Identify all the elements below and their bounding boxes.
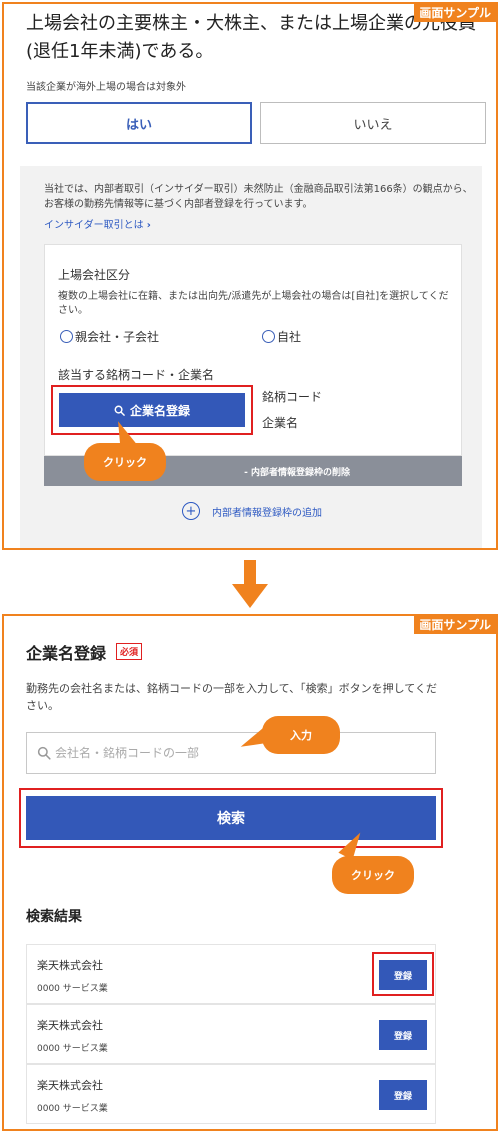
required-badge: 必須 [116, 643, 143, 660]
search-results-title: 検索結果 [26, 909, 82, 925]
insider-registration-panel: 画面サンプル 上場会社の主要株主・大株主、または上場企業の元役員(退任1年未満)… [2, 2, 498, 550]
stock-label: 該当する銘柄コード・企業名 [58, 368, 215, 382]
click-callout: クリック [332, 856, 414, 894]
chevron-right-icon: › [146, 220, 151, 231]
result-company-name: 楽天株式会社 [37, 1019, 103, 1032]
question-note: 当該企業が海外上場の場合は対象外 [26, 82, 186, 93]
radio-parent-subsidiary[interactable]: 親会社・子会社 [60, 328, 159, 345]
insider-trading-link[interactable]: インサイダー取引とは › [44, 216, 151, 231]
company-name-label: 企業名 [262, 416, 299, 430]
result-company-name: 楽天株式会社 [37, 1079, 103, 1092]
radio-own-company[interactable]: 自社 [262, 328, 301, 345]
result-company-name: 楽天株式会社 [37, 959, 103, 972]
plus-icon: + [182, 502, 200, 520]
register-company-button[interactable]: 企業名登録 [59, 393, 245, 427]
list-item: 楽天株式会社 0000 サービス業 登録 [26, 1004, 436, 1064]
click-callout: クリック [84, 443, 166, 481]
register-company-label: 企業名登録 [129, 403, 190, 418]
screen-sample-badge: 画面サンプル [414, 616, 496, 634]
radio-parent-label: 親会社・子会社 [75, 330, 160, 344]
no-button[interactable]: いいえ [260, 102, 486, 144]
add-frame-label: 内部者情報登録枠の追加 [212, 507, 322, 519]
search-icon [37, 746, 51, 760]
company-type-label: 上場会社区分 [58, 268, 131, 282]
input-callout: 入力 [262, 716, 340, 754]
registration-description: 勤務先の会社名または、銘柄コードの一部を入力して、「検索」ボタンを押してください… [26, 682, 437, 712]
company-type-note: 複数の上場会社に在籍、または出向先/派遣先が上場会社の場合は[自社]を選択してく… [58, 291, 449, 316]
company-registration-title: 企業名登録 [26, 644, 107, 663]
result-industry: 0000 サービス業 [37, 984, 108, 994]
radio-circle-icon [60, 330, 73, 343]
highlight-box [372, 952, 434, 996]
list-item: 楽天株式会社 0000 サービス業 登録 [26, 1064, 436, 1124]
register-result-button[interactable]: 登録 [379, 1020, 427, 1050]
insider-description: 当社では、内部者取引（インサイダー取引）未然防止（金融商品取引法第166条）の観… [44, 184, 473, 210]
radio-circle-icon [262, 330, 275, 343]
stock-code-label: 銘柄コード [262, 390, 323, 404]
insider-link-label: インサイダー取引とは [44, 220, 144, 231]
company-search-field[interactable] [26, 732, 436, 774]
add-frame-button[interactable]: + 内部者情報登録枠の追加 [182, 502, 322, 520]
result-industry: 0000 サービス業 [37, 1104, 108, 1114]
radio-self-label: 自社 [277, 330, 302, 344]
company-registration-panel: 画面サンプル 企業名登録 必須 勤務先の会社名または、銘柄コードの一部を入力して… [2, 614, 498, 1131]
yes-button[interactable]: はい [26, 102, 252, 144]
screen-sample-badge: 画面サンプル [414, 4, 496, 22]
result-industry: 0000 サービス業 [37, 1044, 108, 1054]
search-button[interactable]: 検索 [26, 796, 436, 840]
register-result-button[interactable]: 登録 [379, 1080, 427, 1110]
search-icon [114, 405, 125, 416]
arrow-down-icon [232, 560, 268, 608]
